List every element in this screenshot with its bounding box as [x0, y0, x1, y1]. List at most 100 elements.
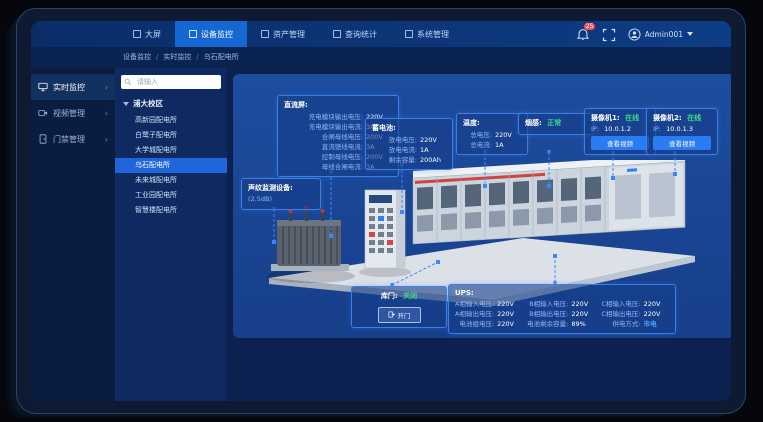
- view-video-button[interactable]: 查看视频: [591, 136, 649, 150]
- metric-label: 供电方式:: [601, 319, 640, 329]
- panel-title: 库门:: [381, 292, 398, 300]
- nav-tab-label: 资产管理: [273, 29, 305, 40]
- metric-row: 电池组电压: 220V: [455, 319, 519, 329]
- battery-panel: 蓄电池: 放电电压: 220V 放电电流: 1A 剩余容量: 20: [365, 118, 453, 170]
- breadcrumb-item[interactable]: 乌石配电所: [191, 52, 238, 62]
- username: Admin001: [645, 30, 683, 39]
- nav-tab[interactable]: 设备监控: [175, 21, 247, 47]
- panel-title: 烟感:: [525, 119, 542, 127]
- panel-title: 温度:: [463, 118, 521, 128]
- nav-tab-icon: [189, 30, 197, 38]
- nav-tab[interactable]: 系统管理: [391, 21, 463, 47]
- ip-label: IP:: [591, 125, 599, 133]
- metric-label: 母线合闸电流:: [284, 162, 363, 172]
- nav-tab[interactable]: 大屏: [119, 21, 175, 47]
- metric-label: B相输入电压:: [527, 299, 568, 309]
- tree-item-substation[interactable]: 乌石配电所: [115, 158, 227, 173]
- metric-label: 控制母线电压:: [284, 152, 363, 162]
- metric-row: 放电电压: 220V: [372, 135, 446, 145]
- acoustic-value: (2.5dB): [248, 195, 314, 203]
- sidebar-item-video-management[interactable]: 视频管理 ›: [31, 100, 115, 126]
- ups-col-a: A相输入电压: 220V A相输出电压: 220V 电池组电压: 220V: [455, 299, 519, 329]
- nav-tab-label: 系统管理: [417, 29, 449, 40]
- panel-title: UPS:: [455, 289, 669, 297]
- metric-value: 220V: [497, 309, 519, 319]
- tree-item-list: 高新园配电所 白鹭子配电所 大学城配电所 乌石配电所 未来城配电所 工业园配电所…: [121, 113, 221, 218]
- dc-charging-cabinet: [365, 190, 405, 268]
- nav-tab-icon: [333, 30, 341, 38]
- metric-row: 电池剩余容量: 89%: [527, 319, 593, 329]
- chevron-down-icon: [687, 32, 693, 36]
- metric-value: 1A: [495, 140, 521, 150]
- metric-value: 1A: [420, 145, 446, 155]
- metric-value: 220V: [497, 319, 519, 329]
- metric-row: A相输入电压: 220V: [455, 299, 519, 309]
- metric-value: 220V: [571, 309, 593, 319]
- metric-label: 电池剩余容量:: [527, 319, 568, 329]
- transformer: [271, 206, 349, 271]
- ups-col-c: C相输入电压: 220V C相输出电压: 220V 供电方式: 市电: [601, 299, 665, 329]
- search-icon: [124, 78, 132, 86]
- tree-item-substation[interactable]: 智慧楼配电所: [121, 203, 221, 218]
- left-sidebar: 实时监控 › 视频管理 › 门禁管理 ›: [31, 68, 115, 401]
- metric-label: 电池组电压:: [455, 319, 494, 329]
- panel-title: 摄像机1:: [591, 114, 620, 122]
- tree-item-substation[interactable]: 工业园配电所: [121, 188, 221, 203]
- metric-label: 充电模块输出电流:: [284, 122, 363, 132]
- device-mockup: 大屏 设备监控 资产管理 查询统计: [0, 0, 763, 422]
- tree-collapse-icon: [123, 102, 129, 106]
- breadcrumb-item[interactable]: 实时监控: [151, 52, 191, 62]
- chevron-right-icon: ›: [105, 109, 108, 118]
- metric-label: 直流馈线电流:: [284, 142, 363, 152]
- monitor-icon: [38, 82, 48, 92]
- metric-label: C相输入电压:: [601, 299, 640, 309]
- nav-tab-label: 查询统计: [345, 29, 377, 40]
- metric-label: B相输出电压:: [527, 309, 568, 319]
- camera1-status: 在线: [625, 114, 639, 122]
- alarm-bell-button[interactable]: 25: [576, 27, 590, 41]
- temp-rows: 总电压: 220V 总电流: 1A: [463, 130, 521, 150]
- nav-right: 25 Admin001: [576, 21, 731, 47]
- sidebar-item-realtime-monitor[interactable]: 实时监控 ›: [31, 74, 115, 100]
- metric-label: 合闸母线电压:: [284, 132, 363, 142]
- door-icon: [38, 134, 48, 144]
- metric-label: 总电流:: [463, 140, 492, 150]
- breadcrumb-item[interactable]: 设备监控: [123, 52, 151, 62]
- open-door-button[interactable]: 开门: [378, 307, 421, 323]
- chevron-right-icon: ›: [105, 135, 108, 144]
- nav-tab[interactable]: 资产管理: [247, 21, 319, 47]
- metric-row: A相输出电压: 220V: [455, 309, 519, 319]
- user-menu[interactable]: Admin001: [628, 28, 693, 41]
- tree-item-substation[interactable]: 白鹭子配电所: [121, 128, 221, 143]
- tree-search: [121, 75, 221, 89]
- camera1-ip: 10.0.1.2: [604, 125, 631, 133]
- breadcrumb: 设备监控实时监控乌石配电所: [31, 47, 731, 68]
- main-content: 直流屏: 充电模块输出电压: 220V 充电模块输出电流: 3A 合闸母线电压:: [227, 68, 731, 401]
- metric-row: B相输出电压: 220V: [527, 309, 593, 319]
- warehouse-door-panel: 库门: 关闭 开门: [351, 286, 447, 328]
- door-status: 关闭: [403, 292, 417, 300]
- video-camera-icon: [38, 108, 48, 118]
- nav-tab-icon: [261, 30, 269, 38]
- metric-value: 200Ah: [420, 155, 446, 165]
- station-tree-panel: 浦大校区 高新园配电所 白鹭子配电所 大学城配电所 乌石配电所 未来城配电所: [115, 68, 227, 401]
- tree-search-input[interactable]: [135, 77, 209, 87]
- metric-label: 总电压:: [463, 130, 492, 140]
- main-nav-tabs: 大屏 设备监控 资产管理 查询统计: [119, 21, 463, 47]
- metric-row: C相输出电压: 220V: [601, 309, 665, 319]
- sidebar-item-label: 门禁管理: [53, 134, 100, 145]
- fullscreen-icon[interactable]: [602, 27, 616, 41]
- smoke-detector-panel: 烟感: 正常: [518, 113, 594, 135]
- acoustic-monitor-panel: 声纹监测设备: (2.5dB): [241, 178, 321, 210]
- tree-group-campus[interactable]: 浦大校区: [123, 98, 221, 109]
- tree-item-substation[interactable]: 大学城配电所: [121, 143, 221, 158]
- view-video-button[interactable]: 查看视频: [653, 136, 711, 150]
- camera2-status: 在线: [687, 114, 701, 122]
- tree-item-substation[interactable]: 未来城配电所: [121, 173, 221, 188]
- metric-row: 总电压: 220V: [463, 130, 521, 140]
- nav-tab[interactable]: 查询统计: [319, 21, 391, 47]
- metric-label: 剩余容量:: [372, 155, 417, 165]
- camera2-panel: 摄像机2: 在线 IP: 10.0.1.3 查看视频: [646, 108, 718, 155]
- tree-item-substation[interactable]: 高新园配电所: [121, 113, 221, 128]
- sidebar-item-access-control[interactable]: 门禁管理 ›: [31, 126, 115, 152]
